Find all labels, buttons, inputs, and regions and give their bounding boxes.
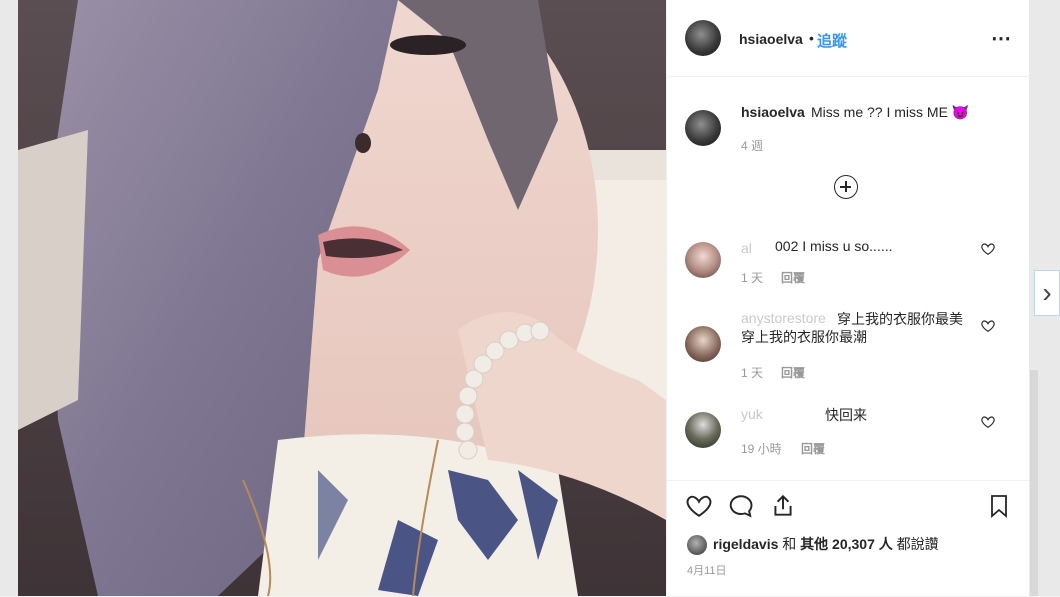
load-more-comments-icon[interactable] bbox=[834, 175, 858, 199]
comment-text: 快回来 bbox=[825, 407, 867, 423]
like-heart-icon[interactable] bbox=[685, 493, 713, 519]
reply-button[interactable]: 回覆 bbox=[781, 364, 805, 381]
follow-button[interactable]: 追蹤 bbox=[817, 30, 847, 51]
caption-time[interactable]: 4 週 bbox=[741, 137, 763, 154]
reply-button[interactable]: 回覆 bbox=[801, 440, 825, 457]
likes-summary: rigeldavis 和 其他 20,307 人 都說讚 bbox=[687, 534, 939, 556]
commenter-username[interactable]: yuk bbox=[741, 406, 763, 422]
caption-username[interactable]: hsiaoelva bbox=[741, 104, 805, 120]
comment-time[interactable]: 1 天 bbox=[741, 364, 763, 381]
author-avatar[interactable] bbox=[685, 20, 721, 56]
post-side-panel: hsiaoelva • 追蹤 ⋯ hsiaoelva Miss me ?? I … bbox=[666, 0, 1029, 596]
comment-text: 穿上我的衣服你最美 穿上我的衣服你最潮 bbox=[741, 311, 963, 345]
reply-button[interactable]: 回覆 bbox=[781, 269, 805, 286]
liker-username[interactable]: rigeldavis bbox=[713, 536, 778, 552]
comment-text: 002 I miss u so...... bbox=[775, 238, 893, 254]
scrollbar[interactable] bbox=[1030, 370, 1038, 596]
commenter-avatar[interactable] bbox=[685, 326, 721, 362]
bookmark-icon[interactable] bbox=[987, 493, 1011, 519]
commenter-username[interactable]: al bbox=[741, 240, 752, 256]
more-options-icon[interactable]: ⋯ bbox=[991, 26, 1012, 51]
comment-time[interactable]: 19 小時 bbox=[741, 440, 782, 457]
separator-dot: • bbox=[809, 30, 814, 46]
like-comment-heart-icon[interactable] bbox=[981, 415, 995, 429]
caption-text: Miss me ?? I miss ME 😈 bbox=[811, 104, 970, 120]
author-username[interactable]: hsiaoelva bbox=[739, 31, 803, 47]
likes-suffix: 都說讚 bbox=[896, 536, 939, 552]
comment-time[interactable]: 1 天 bbox=[741, 269, 763, 286]
commenter-avatar[interactable] bbox=[685, 412, 721, 448]
post-header: hsiaoelva • 追蹤 ⋯ bbox=[667, 0, 1029, 77]
likes-others-count[interactable]: 其他 20,307 人 bbox=[800, 536, 893, 552]
next-post-chevron-icon[interactable]: › bbox=[1034, 270, 1060, 316]
post-actions: rigeldavis 和 其他 20,307 人 都說讚 4月11日 bbox=[667, 480, 1029, 597]
post-photo[interactable] bbox=[18, 0, 666, 596]
like-comment-heart-icon[interactable] bbox=[981, 319, 995, 333]
like-comment-heart-icon[interactable] bbox=[981, 242, 995, 256]
comment-bubble-icon[interactable] bbox=[727, 493, 755, 519]
post-date[interactable]: 4月11日 bbox=[687, 562, 727, 578]
likes-and: 和 bbox=[782, 536, 797, 552]
liker-avatar[interactable] bbox=[687, 535, 707, 556]
commenter-avatar[interactable] bbox=[685, 242, 721, 278]
share-icon[interactable] bbox=[769, 493, 797, 519]
caption-avatar[interactable] bbox=[685, 110, 721, 146]
